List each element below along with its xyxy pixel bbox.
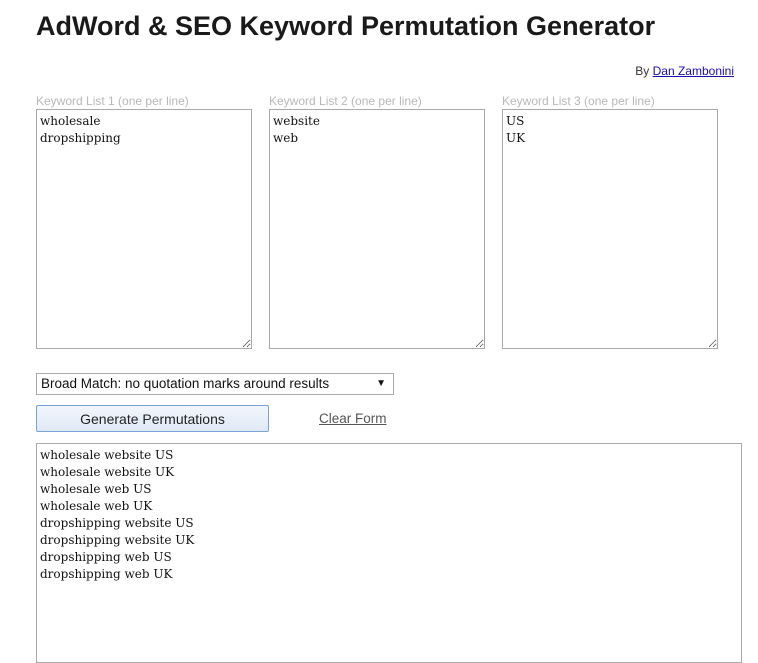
keyword-list-1-label: Keyword List 1 (one per line) (36, 94, 189, 108)
keyword-list-3-input[interactable]: US UK (502, 109, 718, 349)
author-link[interactable]: Dan Zambonini (653, 64, 734, 78)
keyword-list-3-label: Keyword List 3 (one per line) (502, 94, 655, 108)
page-title: AdWord & SEO Keyword Permutation Generat… (36, 11, 656, 41)
match-type-selected: Broad Match: no quotation marks around r… (41, 376, 330, 391)
byline-prefix: By (635, 64, 650, 78)
keyword-list-1: Keyword List 1 (one per line) wholesale … (36, 93, 252, 349)
keyword-list-3: Keyword List 3 (one per line) US UK (502, 93, 718, 349)
keyword-list-2-input[interactable]: website web (269, 109, 485, 349)
dropdown-arrow-icon: ▼ (376, 378, 386, 389)
clear-form-link[interactable]: Clear Form (319, 411, 387, 426)
byline: By Dan Zambonini (635, 64, 734, 78)
results-output[interactable]: wholesale website US wholesale website U… (36, 443, 742, 663)
keyword-list-2: Keyword List 2 (one per line) website we… (269, 93, 485, 349)
keyword-list-1-input[interactable]: wholesale dropshipping (36, 109, 252, 349)
generate-permutations-button[interactable]: Generate Permutations (36, 405, 269, 432)
keyword-list-2-label: Keyword List 2 (one per line) (269, 94, 422, 108)
match-type-select[interactable]: Broad Match: no quotation marks around r… (36, 373, 394, 395)
